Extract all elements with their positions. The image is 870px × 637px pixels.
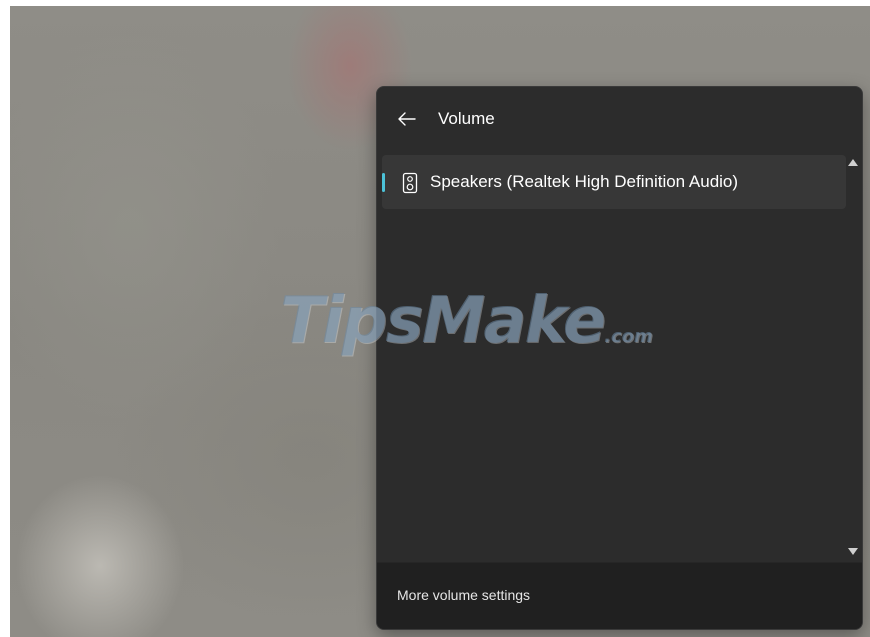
panel-title: Volume xyxy=(438,109,495,128)
speaker-icon xyxy=(402,172,418,194)
selected-indicator xyxy=(382,173,385,192)
more-volume-settings-link[interactable]: More volume settings xyxy=(397,586,530,604)
scroll-up-arrow-icon[interactable] xyxy=(848,159,858,166)
scroll-down-arrow-icon[interactable] xyxy=(848,548,858,555)
volume-output-panel: Volume Speakers (Realtek High Definition… xyxy=(376,86,863,630)
arrow-left-icon xyxy=(398,112,416,126)
device-item-speakers[interactable]: Speakers (Realtek High Definition Audio) xyxy=(382,155,846,209)
back-button[interactable] xyxy=(393,105,421,133)
device-list: Speakers (Realtek High Definition Audio) xyxy=(377,151,862,565)
scrollbar[interactable] xyxy=(844,151,862,565)
panel-header: Volume xyxy=(377,87,862,151)
panel-footer: More volume settings xyxy=(377,562,862,629)
device-label: Speakers (Realtek High Definition Audio) xyxy=(430,172,739,191)
